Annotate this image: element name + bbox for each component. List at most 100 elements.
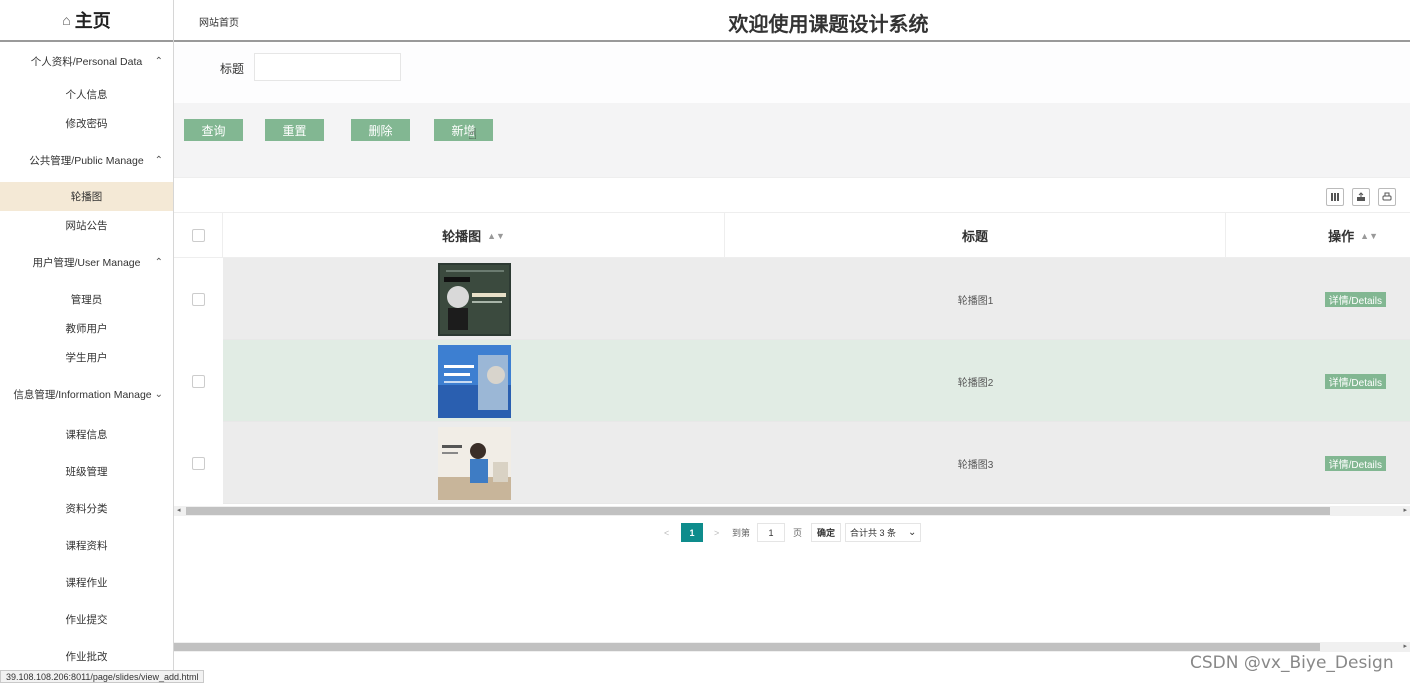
details-button[interactable]: 详情/Details [1324, 373, 1386, 389]
table-row: 轮播图1 详情/Details [174, 258, 1410, 340]
sidebar-item-material-category[interactable]: 资料分类 [0, 490, 173, 527]
sidebar-item-personal-info[interactable]: 个人信息 [0, 80, 173, 109]
columns-icon[interactable] [1326, 188, 1344, 206]
chevron-down-icon: ⌄ [908, 527, 917, 538]
export-icon[interactable] [1352, 188, 1370, 206]
sort-icon: ▲▼ [487, 230, 505, 241]
slide-image-2 [437, 344, 511, 418]
search-title-label: 标题 [220, 62, 245, 76]
column-header-title: 标题 [725, 213, 1226, 258]
total-count-select[interactable]: 合计共 3 条 ⌄ [845, 523, 922, 542]
row-image-cell [223, 340, 725, 422]
scroll-right-icon[interactable]: ▸ [1403, 506, 1407, 514]
sidebar-item-teacher-users[interactable]: 教师用户 [0, 314, 173, 343]
page-title: 欢迎使用课题设计系统 [174, 8, 1410, 37]
column-header-image-label: 轮播图 [442, 229, 482, 244]
table-row: 轮播图3 详情/Details [174, 422, 1410, 504]
row-title-cell: 轮播图3 [957, 459, 994, 471]
search-row: 标题 [174, 44, 1410, 103]
page-1-button[interactable]: 1 [681, 523, 703, 542]
sidebar-item-course-homework[interactable]: 课程作业 [0, 564, 173, 601]
goto-label: 到第 [732, 528, 751, 538]
row-checkbox[interactable] [192, 456, 205, 470]
table-header: 轮播图 ▲▼ 标题 操作 ▲▼ [174, 213, 1410, 258]
scrollbar-thumb[interactable] [186, 507, 1330, 515]
scroll-left-icon[interactable]: ◂ [177, 506, 181, 514]
home-title-label: 主页 [74, 11, 111, 31]
main-content: 标题 查询 重置 删除 新增 轮播图 ▲▼ 标题 操作 ▲▼ 轮播图1 详情/D… [174, 44, 1410, 683]
scroll-right-icon[interactable]: ▸ [1403, 642, 1407, 650]
sidebar-group-personal-data[interactable]: 个人资料/Personal Data ⌃ [0, 42, 173, 80]
sidebar-group-information-manage[interactable]: 信息管理/Information Manage ⌄ [0, 372, 173, 416]
slide-image-1 [437, 262, 511, 336]
row-title-cell: 轮播图2 [957, 377, 994, 389]
row-checkbox[interactable] [192, 374, 205, 388]
reset-button[interactable]: 重置 [265, 119, 324, 141]
row-checkbox-cell [174, 422, 223, 504]
details-button[interactable]: 详情/Details [1324, 291, 1386, 307]
total-count-label: 合计共 3 条 [850, 528, 897, 538]
slide-image-3 [437, 426, 511, 500]
top-bar: 网站首页 欢迎使用课题设计系统 [174, 0, 1410, 42]
sidebar-item-course-materials[interactable]: 课程资料 [0, 527, 173, 564]
sidebar-item-course-info[interactable]: 课程信息 [0, 416, 173, 453]
chevron-up-icon: ⌃ [154, 257, 163, 268]
row-action-cell: 详情/Details [1226, 258, 1410, 340]
page-unit-label: 页 [793, 528, 803, 538]
sidebar-item-class-manage[interactable]: 班级管理 [0, 453, 173, 490]
page-title-text: 欢迎使用课题设计系统 [728, 14, 929, 36]
select-all-cell [174, 213, 223, 258]
sidebar-group-user-manage[interactable]: 用户管理/User Manage ⌃ [0, 240, 173, 285]
status-url: 39.108.108.206:8011/page/slides/view_add… [0, 670, 205, 683]
page-horizontal-scrollbar[interactable]: ▸ [174, 642, 1410, 652]
next-page-button[interactable]: > [714, 523, 719, 542]
delete-button[interactable]: 删除 [351, 119, 410, 141]
sidebar-group-public-manage[interactable]: 公共管理/Public Manage ⌃ [0, 138, 173, 182]
scrollbar-thumb[interactable] [174, 643, 1320, 651]
home-title[interactable]: ⌂ 主页 [0, 0, 173, 42]
table-horizontal-scrollbar[interactable]: ◂ ▸ [174, 506, 1410, 516]
column-header-image[interactable]: 轮播图 ▲▼ [223, 213, 725, 258]
sidebar-group-label: 用户管理/User Manage [32, 257, 141, 269]
row-image-cell [223, 422, 725, 504]
select-all-checkbox[interactable] [191, 229, 205, 242]
chevron-up-icon: ⌃ [154, 154, 163, 166]
row-checkbox[interactable] [192, 292, 205, 306]
chevron-up-icon: ⌃ [154, 55, 163, 67]
goto-page-input[interactable]: 1 [757, 523, 785, 542]
add-button[interactable]: 新增 [434, 119, 493, 141]
sidebar-item-announcement[interactable]: 网站公告 [0, 211, 173, 240]
table-toolbar [174, 177, 1410, 213]
sidebar-group-label: 信息管理/Information Manage [13, 388, 152, 401]
sidebar-item-admin[interactable]: 管理员 [0, 285, 173, 314]
row-action-cell: 详情/Details [1226, 422, 1410, 504]
home-icon: ⌂ [62, 12, 71, 28]
hand-cursor-icon: ☝ [468, 126, 478, 143]
search-title-input[interactable] [254, 53, 401, 81]
query-button[interactable]: 查询 [184, 119, 243, 141]
chevron-down-icon: ⌄ [154, 388, 163, 400]
prev-page-button[interactable]: < [664, 523, 669, 542]
column-header-action-label: 操作 [1328, 229, 1355, 244]
goto-confirm-button[interactable]: 确定 [811, 523, 842, 542]
sidebar-group-label: 个人资料/Personal Data [30, 55, 143, 68]
sidebar-item-student-users[interactable]: 学生用户 [0, 343, 173, 372]
print-icon[interactable] [1378, 188, 1396, 206]
sidebar: ⌂ 主页 个人资料/Personal Data ⌃ 个人信息 修改密码 公共管理… [0, 0, 174, 683]
row-title-cell: 轮播图1 [957, 295, 994, 307]
sidebar-group-label: 公共管理/Public Manage [29, 154, 144, 167]
watermark: CSDN @vx_Biye_Design [1190, 653, 1394, 673]
details-button[interactable]: 详情/Details [1324, 455, 1386, 471]
row-action-cell: 详情/Details [1226, 340, 1410, 422]
row-checkbox-cell [174, 258, 223, 340]
column-header-title-label: 标题 [961, 229, 988, 244]
row-image-cell [223, 258, 725, 340]
button-row: 查询 重置 删除 新增 [174, 103, 1410, 177]
row-checkbox-cell [174, 340, 223, 422]
table-row: 轮播图2 详情/Details [174, 340, 1410, 422]
column-header-action[interactable]: 操作 ▲▼ [1226, 213, 1410, 258]
sidebar-item-change-password[interactable]: 修改密码 [0, 109, 173, 138]
sidebar-item-carousel[interactable]: 轮播图 [0, 182, 173, 211]
data-table: 轮播图 ▲▼ 标题 操作 ▲▼ 轮播图1 详情/Details 轮播图2 详情/… [174, 177, 1410, 547]
sidebar-item-homework-submit[interactable]: 作业提交 [0, 601, 173, 638]
